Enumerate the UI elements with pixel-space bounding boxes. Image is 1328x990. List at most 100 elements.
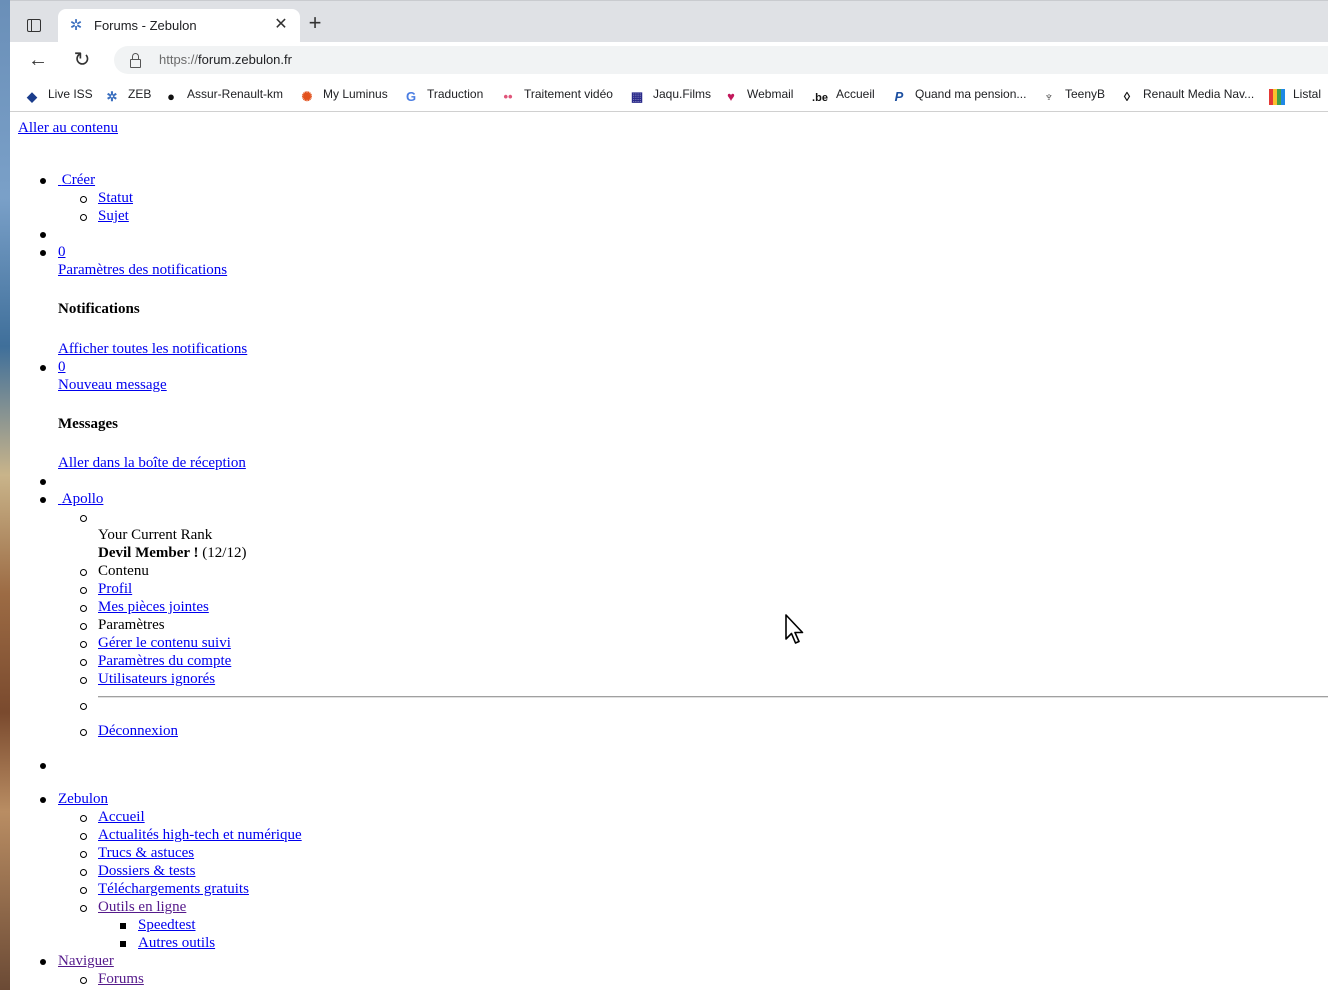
nav-dossiers-link[interactable]: Dossiers & tests xyxy=(98,863,196,880)
bars-icon: | xyxy=(1269,89,1285,105)
page-content: Aller au contenu Créer Statut Sujet 0 Pa… xyxy=(10,112,1328,990)
circle-icon: ● xyxy=(167,89,175,104)
list-bullet xyxy=(40,250,46,256)
nav-zebulon-link[interactable]: Zebulon xyxy=(58,791,108,808)
profile-link[interactable]: Profil xyxy=(98,581,132,598)
list-bullet xyxy=(80,977,87,984)
nav-actualites-link[interactable]: Actualités high-tech et numérique xyxy=(98,827,302,844)
followed-content-link[interactable]: Gérer le contenu suivi xyxy=(98,635,231,652)
bookmarks-bar: ◆ Live ISS ✲ ZEB ● Assur-Renault-km ✺ My Lum… xyxy=(10,78,1328,112)
list-bullet xyxy=(40,365,46,371)
bookmark-teenyb[interactable]: ♆ TeenyB xyxy=(1041,84,1105,104)
heart-icon: ♥ xyxy=(727,89,735,104)
new-tab-icon[interactable]: + xyxy=(306,12,324,34)
list-bullet xyxy=(40,959,46,965)
list-bullet xyxy=(80,729,87,736)
list-bullet xyxy=(80,677,87,684)
close-tab-icon[interactable]: ✕ xyxy=(272,16,290,34)
list-bullet xyxy=(80,214,87,221)
tab-title: Forums - Zebulon xyxy=(94,18,197,33)
nav-naviguer-link[interactable]: Naviguer xyxy=(58,953,114,970)
list-bullet xyxy=(80,869,87,876)
list-bullet xyxy=(40,479,46,485)
p-icon: P xyxy=(894,89,904,104)
nav-accueil-link[interactable]: Accueil xyxy=(98,809,145,826)
list-bullet xyxy=(80,196,87,203)
new-message-link[interactable]: Nouveau message xyxy=(58,377,167,394)
rank-label: Your Current Rank xyxy=(98,527,213,543)
address-bar[interactable]: https://forum.zebulon.fr xyxy=(114,46,1328,74)
create-status-link[interactable]: Statut xyxy=(98,190,133,207)
list-bullet xyxy=(80,659,87,666)
dots-icon: •• xyxy=(503,89,513,104)
nav-telechargements-link[interactable]: Téléchargements gratuits xyxy=(98,881,249,898)
nav-autres-outils-link[interactable]: Autres outils xyxy=(138,935,215,952)
account-settings-link[interactable]: Paramètres du compte xyxy=(98,653,231,670)
messages-count-link[interactable]: 0 xyxy=(58,359,66,376)
back-arrow-icon[interactable]: ← xyxy=(26,48,50,72)
list-bullet xyxy=(80,605,87,612)
list-bullet xyxy=(80,515,87,522)
list-bullet xyxy=(80,569,87,576)
create-topic-link[interactable]: Sujet xyxy=(98,208,129,225)
nav-trucs-link[interactable]: Trucs & astuces xyxy=(98,845,194,862)
list-bullet xyxy=(80,887,87,894)
bookmark-accueil[interactable]: .be Accueil xyxy=(812,84,875,104)
list-bullet xyxy=(80,623,87,630)
list-bullet xyxy=(120,923,126,929)
bookmark-traitement-video[interactable]: •• Traitement vidéo xyxy=(500,84,613,104)
tab-forums-zebulon[interactable]: ✲ Forums - Zebulon ✕ xyxy=(58,9,300,43)
diamond-icon: ◆ xyxy=(27,89,37,104)
clapper-icon: ▦ xyxy=(630,89,644,104)
bookmark-assur-renault-km[interactable]: ● Assur-Renault-km xyxy=(163,84,283,104)
bookmark-webmail[interactable]: ♥ Webmail xyxy=(723,84,793,104)
navigation-toolbar: ← ↻ https://forum.zebulon.fr xyxy=(10,42,1328,78)
notification-settings-link[interactable]: Paramètres des notifications xyxy=(58,262,227,279)
lock-icon[interactable] xyxy=(130,53,141,68)
logout-link[interactable]: Déconnexion xyxy=(98,723,178,740)
list-bullet xyxy=(120,941,126,947)
view-all-notifications-link[interactable]: Afficher toutes les notifications xyxy=(58,341,247,358)
bookmark-my-luminus[interactable]: ✺ My Luminus xyxy=(299,84,388,104)
list-bullet xyxy=(80,851,87,858)
list-bullet xyxy=(40,797,46,803)
renault-icon: ◊ xyxy=(1123,89,1131,104)
create-menu-link[interactable]: Créer xyxy=(58,172,95,189)
tab-actions-icon[interactable] xyxy=(22,13,46,37)
list-bullet xyxy=(40,763,46,769)
attachments-link[interactable]: Mes pièces jointes xyxy=(98,599,209,616)
url-text[interactable]: https://forum.zebulon.fr xyxy=(159,52,292,67)
bookmark-zeb[interactable]: ✲ ZEB xyxy=(104,84,152,104)
list-bullet xyxy=(80,587,87,594)
nav-speedtest-link[interactable]: Speedtest xyxy=(138,917,196,934)
bookmark-jaqu-films[interactable]: ▦ Jaqu.Films xyxy=(629,84,711,104)
skip-to-content-link[interactable]: Aller au contenu xyxy=(18,120,118,137)
bookmark-live-iss[interactable]: ◆ Live ISS xyxy=(24,84,93,104)
browser-chrome: ✲ Forums - Zebulon ✕ + ← ↻ https://forum… xyxy=(10,0,1328,112)
nav-outils-link[interactable]: Outils en ligne xyxy=(98,899,186,916)
gear-icon: ✲ xyxy=(106,89,118,104)
bookmark-listal[interactable]: |Listal xyxy=(1269,84,1321,105)
list-bullet xyxy=(40,497,46,503)
reload-icon[interactable]: ↻ xyxy=(70,48,94,72)
list-bullet xyxy=(40,178,46,184)
desktop-wallpaper xyxy=(0,0,10,990)
nav-forums-link[interactable]: Forums xyxy=(98,971,144,988)
zebulon-favicon-icon: ✲ xyxy=(69,17,83,34)
bookmark-traduction[interactable]: G Traduction xyxy=(403,84,483,104)
inbox-link[interactable]: Aller dans la boîte de réception xyxy=(58,455,246,472)
settings-label: Paramètres xyxy=(98,617,165,633)
teeny-icon: ♆ xyxy=(1044,89,1054,104)
list-bullet xyxy=(80,815,87,822)
list-bullet xyxy=(80,905,87,912)
translate-icon: G xyxy=(405,89,417,104)
content-label: Contenu xyxy=(98,563,149,579)
notifications-count-link[interactable]: 0 xyxy=(58,244,66,261)
user-menu-link[interactable]: Apollo xyxy=(58,491,104,508)
bookmark-renault-media-nav[interactable]: ◊ Renault Media Nav... xyxy=(1119,84,1254,104)
list-bullet xyxy=(80,641,87,648)
ignored-users-link[interactable]: Utilisateurs ignorés xyxy=(98,671,215,688)
mouse-cursor-icon xyxy=(785,614,804,644)
list-bullet xyxy=(80,703,87,710)
bookmark-quand-ma-pension[interactable]: P Quand ma pension... xyxy=(891,84,1027,104)
